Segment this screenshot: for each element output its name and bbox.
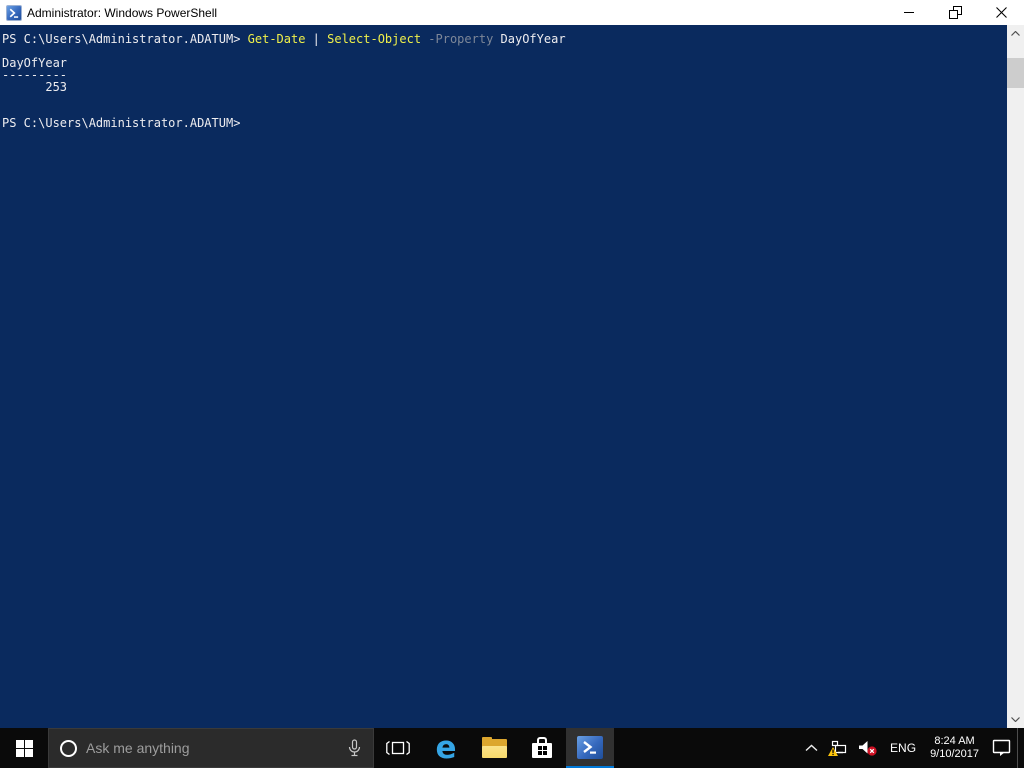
output-underline: --------- [2,68,68,82]
tray-date: 9/10/2017 [930,748,979,760]
close-button[interactable] [978,0,1024,25]
task-view-icon [386,740,410,756]
microsoft-store-button[interactable] [518,728,566,768]
action-center-button[interactable] [986,728,1017,768]
taskbar: e [0,728,1024,768]
show-hidden-icons-button[interactable] [800,728,823,768]
file-explorer-icon [481,736,507,758]
scrollbar-track[interactable] [1007,42,1024,711]
close-icon [995,7,1007,18]
microphone-icon[interactable] [348,739,361,757]
tray-chevron-icon [805,744,818,752]
parameter-property: -Property [421,32,494,46]
minimize-button[interactable] [886,0,932,25]
store-icon [531,737,553,759]
tray-time: 8:24 AM [934,735,975,747]
cmdlet-get-date: Get-Date [247,32,306,46]
scroll-up-icon [1011,31,1020,36]
clock[interactable]: 8:24 AM 9/10/2017 [923,735,986,761]
cortana-icon [60,739,77,757]
prompt-text: PS C:\Users\Administrator.ADATUM> [2,32,248,46]
search-input[interactable] [86,740,336,756]
scroll-up-button[interactable] [1007,25,1024,42]
titlebar[interactable]: Administrator: Windows PowerShell [0,0,1024,25]
language-indicator[interactable]: ENG [883,728,923,768]
start-button[interactable] [0,728,48,768]
next-prompt: PS C:\Users\Administrator.ADATUM> [2,116,241,130]
windows-powershell-button[interactable] [566,728,614,768]
microsoft-edge-button[interactable]: e [422,728,470,768]
output-value: 253 [2,80,68,94]
scroll-down-button[interactable] [1007,711,1024,728]
scroll-down-icon [1011,717,1020,722]
pipe-operator: | [305,32,328,46]
start-icon [15,739,33,757]
edge-icon: e [435,730,457,766]
command-line: PS C:\Users\Administrator.ADATUM> Get-Da… [2,33,1004,45]
console-buffer: PS C:\Users\Administrator.ADATUM> Get-Da… [0,25,1024,129]
action-center-icon [992,739,1011,756]
file-explorer-button[interactable] [470,728,518,768]
cortana-search-box[interactable] [48,728,374,768]
window-controls [886,0,1024,25]
restore-button[interactable] [932,0,978,25]
show-desktop-button[interactable] [1017,728,1024,768]
powershell-icon [6,4,22,21]
restore-icon [948,6,962,19]
powershell-icon [577,735,603,759]
network-status-button[interactable] [823,728,853,768]
scrollbar-thumb[interactable] [1007,58,1024,88]
argument-dayofyear: DayOfYear [493,32,566,46]
volume-button[interactable] [853,728,883,768]
task-view-button[interactable] [374,728,422,768]
system-tray: ENG 8:24 AM 9/10/2017 [800,728,1024,768]
volume-muted-icon [859,740,877,756]
vertical-scrollbar[interactable] [1007,25,1024,728]
powershell-console[interactable]: PS C:\Users\Administrator.ADATUM> Get-Da… [0,25,1024,728]
output-header: DayOfYear [2,56,68,70]
network-warning-icon [828,740,847,756]
powershell-window: Administrator: Windows PowerShell PS C:\… [0,0,1024,728]
cmdlet-select-object: Select-Object [327,32,422,46]
minimize-icon [904,12,914,13]
window-title: Administrator: Windows PowerShell [27,5,218,20]
